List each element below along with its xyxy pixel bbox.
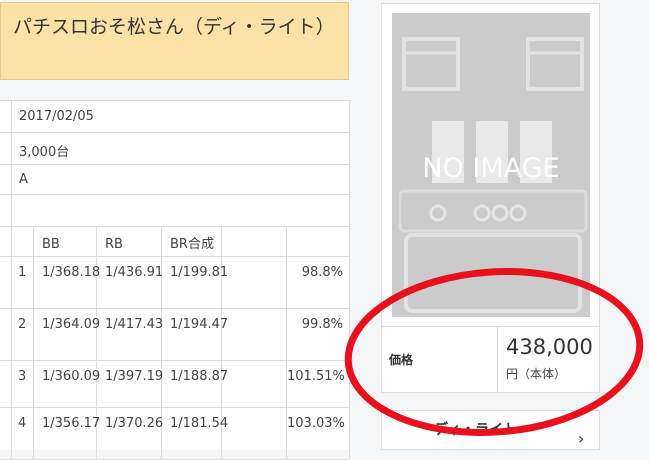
machine-title: パチスロおそ松さん（ディ・ライト） [0, 2, 349, 80]
chevron-right-icon: › [578, 429, 585, 448]
spec-row-units: 3,000台 [0, 133, 350, 165]
header-rb: RB [97, 227, 162, 256]
price-label: 価格 [389, 353, 414, 367]
spec-table: 2017/02/05 3,000台 A BB RB BR合成 1 1/368.1… [0, 100, 350, 460]
release-date: 2017/02/05 [19, 109, 94, 124]
no-image-label: NO IMAGE [422, 153, 560, 184]
setting-number: 1 [12, 257, 34, 308]
br-probability: 1/194.47 [162, 309, 228, 360]
header-bb: BB [34, 227, 97, 256]
br-probability: 1/188.87 [162, 361, 228, 407]
payout-rate: 98.8% [287, 257, 350, 308]
payout-rate: 101.51% [287, 361, 350, 407]
machine-image-placeholder: NO IMAGE [392, 13, 590, 317]
machine-type: A [19, 172, 28, 187]
rb-probability: 1/397.19 [97, 361, 163, 407]
bb-probability: 1/356.17 [34, 408, 100, 459]
rb-probability: 1/370.26 [97, 408, 163, 459]
setting-number: 4 [12, 408, 34, 459]
probability-header: BB RB BR合成 [0, 227, 350, 257]
maker-link-label: ディ・ライト [434, 422, 518, 438]
payout-rate: 103.03% [287, 408, 350, 459]
price-divider [497, 327, 498, 393]
price-value: 438,000 [506, 335, 593, 359]
bb-probability: 1/360.09 [34, 361, 100, 407]
setting-number: 3 [12, 361, 34, 407]
table-row: 2 1/364.09 1/417.43 1/194.47 99.8% [0, 309, 350, 361]
header-br: BR合成 [162, 227, 222, 256]
setting-number: 2 [12, 309, 34, 360]
spec-row-blank [0, 195, 350, 227]
table-row: 3 1/360.09 1/397.19 1/188.87 101.51% [0, 361, 350, 408]
br-probability: 1/199.81 [162, 257, 228, 308]
bb-probability: 1/364.09 [34, 309, 100, 360]
product-card: NO IMAGE 価格 438,000 円（本体） [381, 3, 600, 393]
bb-probability: 1/368.18 [34, 257, 100, 308]
spec-row-release: 2017/02/05 [0, 101, 350, 133]
spec-row-type: A [0, 165, 350, 195]
table-row: 4 1/356.17 1/370.26 1/181.54 103.03% [0, 408, 350, 460]
maker-link-button[interactable]: ディ・ライト › [381, 410, 600, 450]
payout-rate: 99.8% [287, 309, 350, 360]
rb-probability: 1/436.91 [97, 257, 163, 308]
rb-probability: 1/417.43 [97, 309, 163, 360]
price-row: 価格 438,000 円（本体） [382, 326, 599, 393]
br-probability: 1/181.54 [162, 408, 228, 459]
table-row: 1 1/368.18 1/436.91 1/199.81 98.8% [0, 257, 350, 309]
price-unit: 円（本体） [506, 367, 567, 381]
machine-title-text: パチスロおそ松さん（ディ・ライト） [13, 16, 335, 38]
unit-count: 3,000台 [19, 145, 70, 160]
